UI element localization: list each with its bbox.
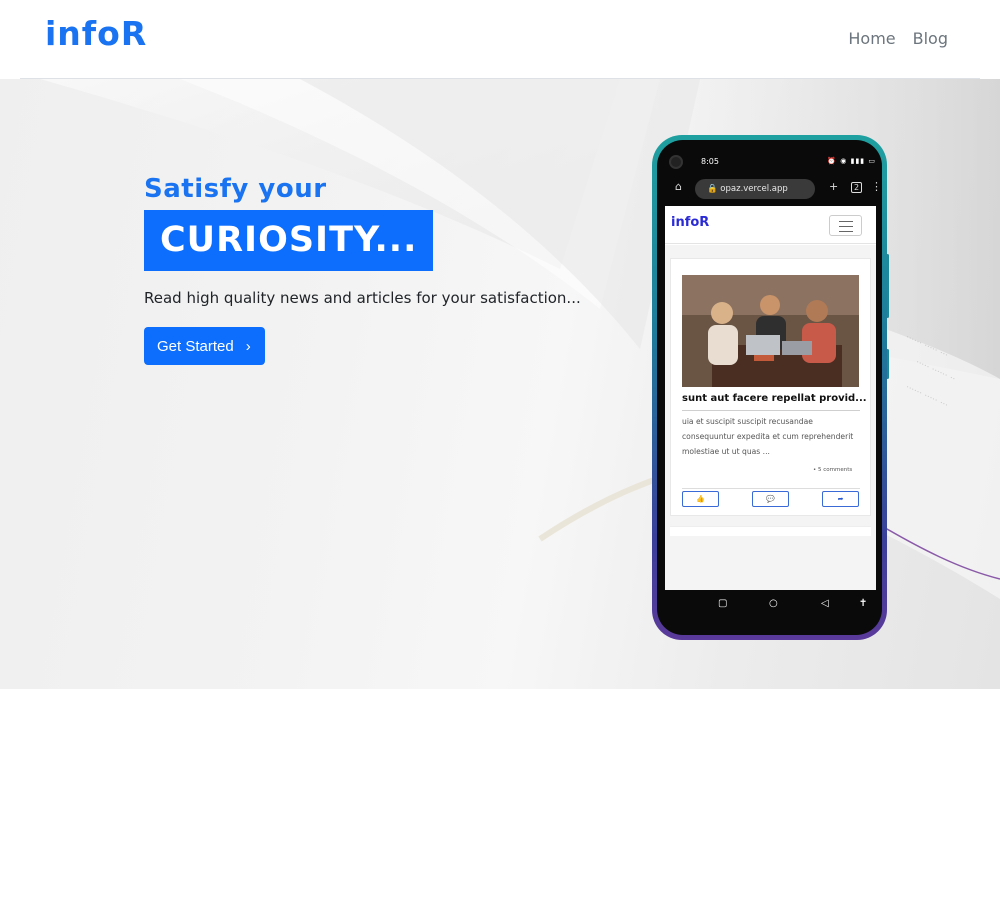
brand-logo[interactable]: infoR — [45, 14, 147, 53]
hero-description: Read high quality news and articles for … — [144, 289, 581, 307]
comment-count-text: 5 comments — [818, 467, 853, 473]
back-icon: ◁ — [821, 598, 829, 609]
home-icon: ⌂ — [675, 180, 682, 193]
camera-icon — [669, 155, 683, 169]
browser-bar: ⌂ 🔒 opaz.vercel.app + 2 ⋮ — [665, 176, 882, 204]
phone-mockup: 8:05 ⏰ ◉ ▮▮▮ ▭ ⌂ 🔒 opaz.vercel.app + 2 ⋮… — [652, 135, 887, 640]
menu-dots-icon: ⋮ — [871, 180, 882, 193]
page-footer-space — [0, 689, 1000, 900]
app-brand: infoR — [671, 215, 710, 230]
phone-status-bar: 8:05 ⏰ ◉ ▮▮▮ ▭ — [669, 152, 880, 174]
hamburger-icon — [829, 215, 862, 236]
hero-title-highlight: CURIOSITY... — [144, 210, 434, 271]
nav-links: Home Blog — [848, 29, 948, 48]
phone-nav-bar: ▢ ○ ◁ ✝ — [665, 592, 882, 620]
app-feed: sunt aut facere repellat provid... uia e… — [665, 245, 876, 590]
status-time: 8:05 — [701, 157, 719, 166]
post-actions: 👍 💬 ➦ — [682, 488, 860, 507]
hero-text-block: Satisfy your CURIOSITY... Read high qual… — [144, 174, 581, 365]
tab-count-icon: 2 — [851, 182, 863, 193]
accessibility-icon: ✝ — [859, 598, 868, 609]
navbar: infoR Home Blog — [20, 0, 980, 79]
new-tab-icon: + — [829, 180, 839, 193]
hero-subtitle: Satisfy your — [144, 174, 327, 204]
url-text: opaz.vercel.app — [720, 184, 788, 194]
post-image — [682, 275, 859, 387]
people-at-table-photo — [682, 275, 859, 387]
status-icons: ⏰ ◉ ▮▮▮ ▭ — [827, 157, 876, 165]
comment-count: • 5 comments — [813, 467, 853, 473]
share-icon: ➦ — [822, 491, 859, 507]
phone-screen: 8:05 ⏰ ◉ ▮▮▮ ▭ ⌂ 🔒 opaz.vercel.app + 2 ⋮… — [657, 140, 882, 635]
nav-link-blog[interactable]: Blog — [913, 29, 948, 48]
post-card: sunt aut facere repellat provid... uia e… — [670, 258, 871, 516]
phone-app-screen: infoR sunt aut facere repellat provid...… — [665, 206, 876, 590]
hero-title: CURIOSITY... — [160, 220, 418, 260]
chevron-right-icon: › — [245, 337, 251, 355]
post-title: sunt aut facere repellat provid... — [682, 393, 867, 404]
app-navbar: infoR — [665, 206, 876, 244]
recents-icon: ▢ — [718, 598, 728, 609]
next-post-card — [670, 526, 871, 536]
hero-section: ······ ····· ··· ····· ······ ·· ······ … — [0, 79, 1000, 689]
home-circle-icon: ○ — [769, 598, 778, 609]
like-icon: 👍 — [682, 491, 719, 507]
url-bar: 🔒 opaz.vercel.app — [695, 179, 815, 199]
divider — [682, 410, 860, 411]
post-excerpt: uia et suscipit suscipit recusandae cons… — [682, 417, 854, 456]
get-started-button[interactable]: Get Started › — [144, 327, 265, 365]
comment-icon: 💬 — [752, 491, 789, 507]
nav-link-home[interactable]: Home — [848, 29, 895, 48]
get-started-label: Get Started — [157, 337, 234, 355]
